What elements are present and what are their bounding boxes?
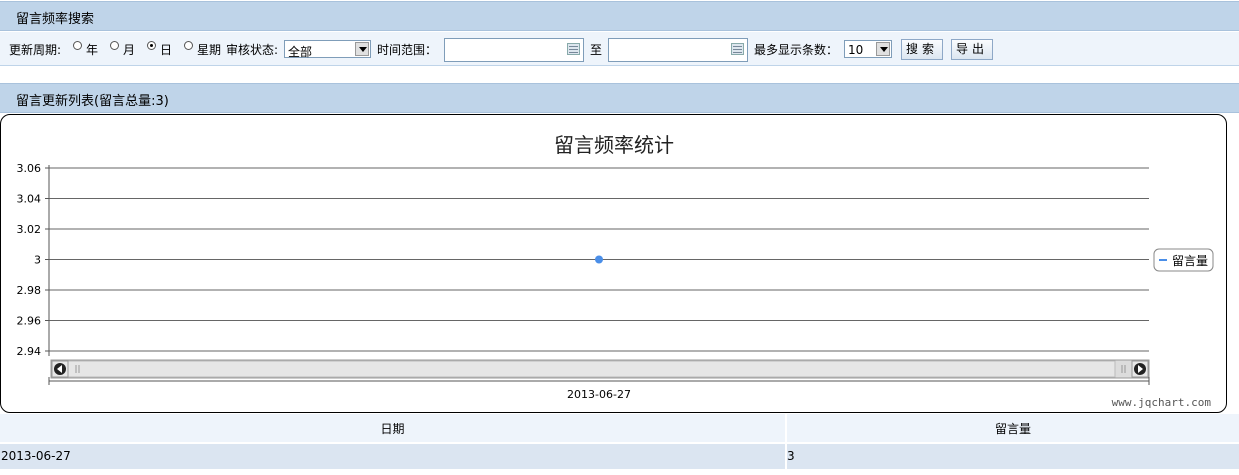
- cell-count: 3: [787, 449, 795, 463]
- frequency-chart: 留言频率统计 3.06 3.04 3.02 3 2.98 2.96 2.94 2013-06…: [17, 133, 1214, 409]
- column-header-count: 留言量: [994, 422, 1031, 436]
- period-option-day: 日: [160, 43, 173, 57]
- calendar-icon[interactable]: [567, 43, 580, 55]
- y-tick-label: 2.94: [17, 345, 42, 358]
- y-tick-label: 3.04: [17, 193, 42, 206]
- period-radio-year[interactable]: [73, 41, 82, 50]
- period-option-week: 星期: [197, 43, 222, 57]
- max-rows-value: 10: [848, 43, 864, 57]
- chart-title: 留言频率统计: [554, 133, 674, 157]
- period-radio-month[interactable]: [110, 41, 119, 50]
- chevron-down-icon: [355, 42, 369, 56]
- search-toolbar: 更新周期: 年 月 日 星期 审核状态: 全部 时间范围： 至 最多显示条数： …: [0, 32, 1239, 66]
- legend-label: 留言量: [1172, 254, 1208, 268]
- start-date-input[interactable]: [444, 38, 584, 62]
- period-radio-week[interactable]: [184, 41, 193, 50]
- list-section-header: 留言更新列表(留言总量:3): [0, 83, 1239, 113]
- y-tick-label: 3: [34, 254, 41, 267]
- chart-watermark[interactable]: www.jqchart.com: [1112, 396, 1212, 409]
- data-point[interactable]: [595, 255, 603, 264]
- period-label: 更新周期:: [9, 43, 62, 57]
- y-tick-label: 2.98: [17, 284, 42, 297]
- x-tick-label: 2013-06-27: [567, 388, 631, 401]
- chart-panel: 留言频率统计 3.06 3.04 3.02 3 2.98 2.96 2.94 2013-06…: [0, 114, 1227, 413]
- scroll-left-icon[interactable]: [51, 360, 69, 378]
- time-range-label: 时间范围：: [377, 43, 438, 57]
- list-section-title: 留言更新列表(留言总量:3): [16, 94, 169, 109]
- end-date-input[interactable]: [608, 38, 748, 62]
- export-button[interactable]: 导出: [951, 39, 993, 60]
- table-row[interactable]: 2013-06-27 3: [0, 444, 1239, 469]
- cell-date: 2013-06-27: [1, 449, 71, 463]
- chart-legend[interactable]: 留言量: [1153, 248, 1214, 272]
- max-rows-select[interactable]: 10: [844, 40, 892, 58]
- chevron-down-icon: [876, 42, 890, 56]
- search-button[interactable]: 搜索: [901, 39, 943, 60]
- review-status-value: 全部: [288, 45, 313, 59]
- y-tick-label: 2.96: [17, 315, 42, 328]
- to-label: 至: [590, 43, 603, 57]
- review-status-select[interactable]: 全部: [284, 40, 371, 59]
- period-radio-day[interactable]: [147, 41, 156, 50]
- search-section-title: 留言频率搜索: [16, 12, 95, 27]
- chart-scrollbar[interactable]: [50, 359, 1150, 379]
- max-rows-label: 最多显示条数：: [754, 43, 839, 57]
- review-status-label: 审核状态:: [226, 43, 279, 57]
- period-option-month: 月: [123, 43, 136, 57]
- search-section-header: 留言频率搜索: [0, 1, 1239, 31]
- table-header-row: 日期 留言量: [0, 414, 1239, 442]
- column-header-date: 日期: [380, 422, 405, 436]
- y-tick-label: 3.02: [17, 223, 42, 236]
- scrollbar-thumb[interactable]: [67, 360, 1116, 378]
- period-option-year: 年: [86, 43, 99, 57]
- y-tick-label: 3.06: [17, 162, 42, 175]
- scroll-right-icon[interactable]: [1131, 360, 1149, 378]
- calendar-icon[interactable]: [731, 43, 744, 55]
